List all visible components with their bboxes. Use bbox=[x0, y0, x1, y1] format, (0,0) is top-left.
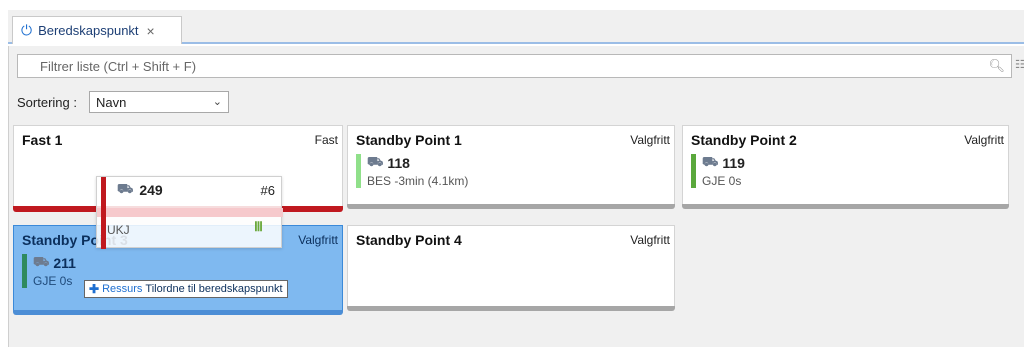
chevron-down-icon: ⌄ bbox=[212, 96, 222, 108]
card-bottom-bar bbox=[682, 204, 1009, 209]
sort-label: Sortering : bbox=[17, 95, 77, 110]
vehicle-status-bar bbox=[691, 154, 696, 188]
ghost-highlight bbox=[97, 208, 283, 217]
fork-knife-icon: Ⅲ bbox=[254, 219, 263, 234]
standby-card-4[interactable]: Standby Point 4 Valgfritt bbox=[347, 225, 675, 311]
vehicle-item[interactable]: ⛟ 119 GJE 0s bbox=[691, 154, 745, 190]
tab-label: Beredskapspunkt bbox=[38, 23, 139, 38]
card-kind: Valgfritt bbox=[630, 233, 670, 247]
ambulance-icon: ⛟ bbox=[702, 154, 719, 169]
card-title: Standby Point 4 bbox=[356, 232, 462, 248]
vehicle-item[interactable]: ⛟ 211 GJE 0s bbox=[22, 254, 76, 290]
power-icon: ⏻ bbox=[21, 22, 33, 38]
vehicle-item[interactable]: ⛟ 118 BES -3min (4.1km) bbox=[356, 154, 468, 190]
close-icon[interactable]: × bbox=[147, 23, 155, 39]
ambulance-icon: ⛟ bbox=[367, 154, 384, 169]
filter-placeholder: Filtrer liste (Ctrl + Shift + F) bbox=[40, 58, 197, 74]
drop-tooltip: ✚ Ressurs Tilordne til beredskapspunkt bbox=[84, 280, 288, 298]
card-kind: Valgfritt bbox=[298, 233, 338, 247]
search-icon[interactable]: 🔍︎ bbox=[988, 58, 1005, 74]
vehicle-number: 249 bbox=[139, 182, 163, 198]
vehicle-status: GJE 0s bbox=[702, 174, 742, 188]
vehicle-number: 211 bbox=[53, 255, 76, 271]
vehicle-status-bar bbox=[22, 254, 27, 288]
vehicle-status: BES -3min (4.1km) bbox=[367, 174, 469, 188]
ambulance-icon: ⛟ bbox=[33, 254, 50, 269]
card-bottom-bar bbox=[13, 310, 343, 315]
card-bottom-bar bbox=[347, 204, 675, 209]
vehicle-status: GJE 0s bbox=[33, 274, 73, 288]
standby-card-2[interactable]: Standby Point 2 Valgfritt ⛟ 119 GJE 0s bbox=[682, 125, 1009, 209]
card-kind: Valgfritt bbox=[964, 133, 1004, 147]
card-kind: Fast bbox=[314, 133, 338, 147]
filter-options-icon[interactable]: ☷ bbox=[1015, 58, 1024, 74]
card-title: Fast 1 bbox=[22, 132, 63, 148]
standby-card-1[interactable]: Standby Point 1 Valgfritt ⛟ 118 BES -3min… bbox=[347, 125, 675, 209]
vehicle-status-bar bbox=[101, 177, 106, 249]
tooltip-resource: Ressurs bbox=[102, 283, 143, 295]
drag-ghost-vehicle[interactable]: ⛟ 249 #6 UKJ Ⅲ bbox=[96, 176, 283, 249]
sort-select[interactable]: Navn ⌄ bbox=[89, 91, 229, 113]
tab-beredskapspunkt[interactable]: ⏻ Beredskapspunkt × bbox=[12, 16, 182, 44]
card-title: Standby Point 1 bbox=[356, 132, 462, 148]
tooltip-text: Tilordne til beredskapspunkt bbox=[145, 283, 283, 295]
sort-value: Navn bbox=[96, 94, 127, 110]
vehicle-number: 119 bbox=[722, 155, 745, 171]
filter-input[interactable]: Filtrer liste (Ctrl + Shift + F) 🔍︎ bbox=[17, 54, 1012, 78]
ambulance-icon: ⛟ bbox=[117, 181, 134, 196]
plus-icon: ✚ bbox=[89, 282, 100, 296]
card-kind: Valgfritt bbox=[630, 133, 670, 147]
vehicle-status: UKJ bbox=[107, 223, 130, 237]
vehicle-status-bar bbox=[356, 154, 361, 188]
vehicle-number: 118 bbox=[387, 155, 410, 171]
card-title: Standby Point 2 bbox=[691, 132, 797, 148]
vehicle-hash: #6 bbox=[260, 183, 275, 198]
card-bottom-bar bbox=[347, 306, 675, 311]
tab-strip: ⏻ Beredskapspunkt × bbox=[8, 10, 1024, 44]
